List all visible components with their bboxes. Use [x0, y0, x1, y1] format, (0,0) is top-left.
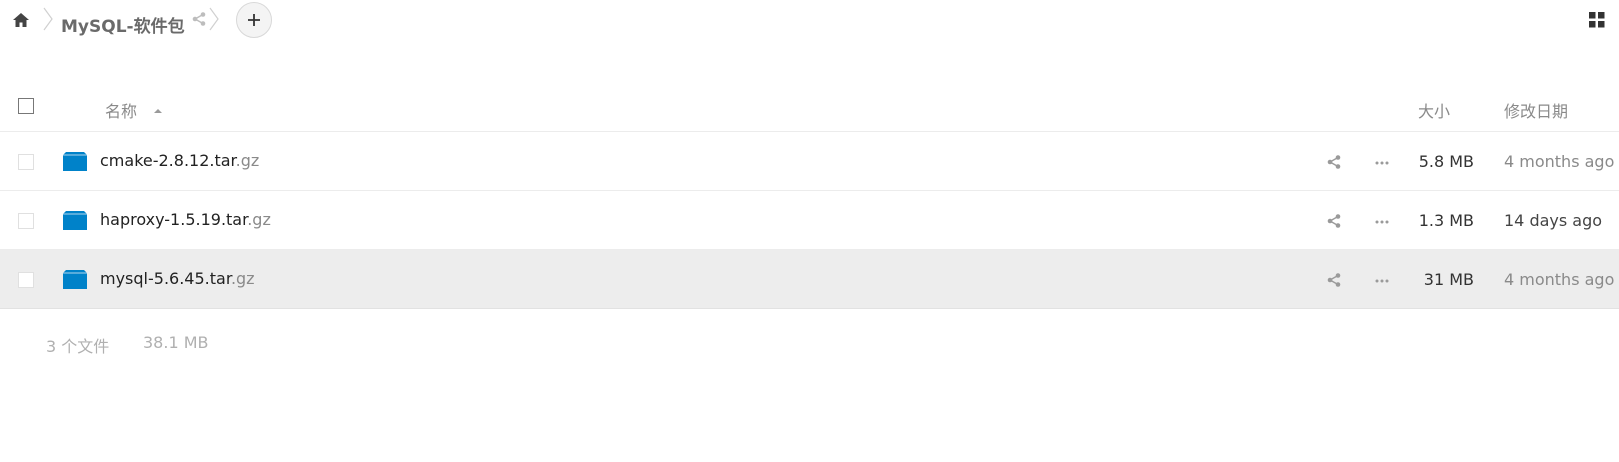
- breadcrumb-separator: [43, 7, 53, 31]
- file-name[interactable]: haproxy-1.5.19.tar.gz: [100, 210, 271, 229]
- home-icon[interactable]: [10, 10, 32, 30]
- table-row[interactable]: haproxy-1.5.19.tar.gz 1.3 MB 14 days ago: [0, 191, 1619, 250]
- share-icon[interactable]: [1326, 154, 1342, 170]
- file-name[interactable]: mysql-5.6.45.tar.gz: [100, 269, 255, 288]
- select-all-checkbox[interactable]: [18, 98, 34, 114]
- file-modified-date: 14 days ago: [1504, 211, 1603, 230]
- share-icon[interactable]: [191, 11, 207, 27]
- breadcrumb: MySQL-软件包: [0, 0, 1619, 44]
- archive-file-icon: [63, 152, 87, 171]
- row-checkbox[interactable]: [18, 154, 34, 170]
- table-row[interactable]: mysql-5.6.45.tar.gz 31 MB 4 months ago: [0, 250, 1619, 309]
- column-header-name[interactable]: 名称: [105, 98, 137, 122]
- sort-ascending-icon: [154, 109, 162, 113]
- file-size: 1.3 MB: [1418, 211, 1474, 230]
- breadcrumb-folder-name[interactable]: MySQL-软件包: [61, 12, 185, 37]
- share-icon[interactable]: [1326, 213, 1342, 229]
- row-checkbox[interactable]: [18, 272, 34, 288]
- archive-file-icon: [63, 211, 87, 230]
- file-name[interactable]: cmake-2.8.12.tar.gz: [100, 151, 259, 170]
- total-size-summary: 38.1 MB: [143, 333, 209, 352]
- table-row[interactable]: cmake-2.8.12.tar.gz 5.8 MB 4 months ago: [0, 132, 1619, 191]
- share-icon[interactable]: [1326, 272, 1342, 288]
- file-modified-date: 4 months ago: [1504, 152, 1615, 171]
- column-header-modified[interactable]: 修改日期: [1504, 98, 1568, 122]
- plus-icon: [248, 14, 260, 26]
- grid-view-icon[interactable]: [1589, 12, 1605, 28]
- file-modified-date: 4 months ago: [1504, 270, 1615, 289]
- row-checkbox[interactable]: [18, 213, 34, 229]
- file-size: 5.8 MB: [1418, 152, 1474, 171]
- column-header-size[interactable]: 大小: [1418, 98, 1450, 122]
- file-count-summary: 3 个文件: [46, 337, 110, 356]
- archive-file-icon: [63, 270, 87, 289]
- file-size: 31 MB: [1423, 270, 1474, 289]
- add-new-button[interactable]: [236, 2, 272, 38]
- table-header: 名称 大小 修改日期: [0, 82, 1619, 132]
- breadcrumb-separator: [209, 7, 219, 31]
